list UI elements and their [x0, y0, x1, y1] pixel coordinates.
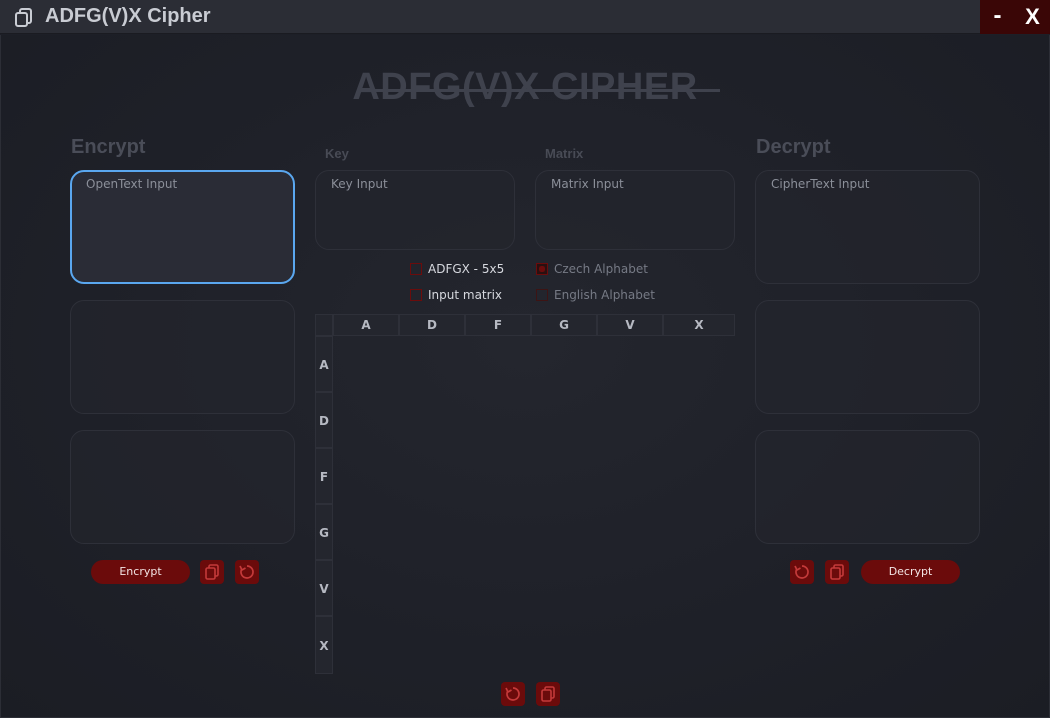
input-matrix-checkbox[interactable]: [410, 289, 422, 301]
matrix-copy-button[interactable]: [536, 682, 560, 706]
grid-column-header: V: [597, 314, 663, 336]
encrypt-reset-button[interactable]: [235, 560, 259, 584]
encrypt-copy-button[interactable]: [200, 560, 224, 584]
decrypt-output-2[interactable]: [755, 430, 980, 544]
minimize-button[interactable]: -: [980, 0, 1015, 34]
adfgx-label: ADFGX - 5x5: [428, 262, 505, 276]
refresh-icon: [505, 687, 520, 701]
english-alphabet-option[interactable]: English Alphabet: [536, 288, 655, 302]
czech-alphabet-option[interactable]: Czech Alphabet: [536, 262, 648, 276]
encrypt-title: Encrypt: [71, 136, 146, 158]
english-alphabet-label: English Alphabet: [554, 288, 655, 302]
english-alphabet-checkbox[interactable]: [536, 289, 548, 301]
opentext-placeholder: OpenText Input: [86, 177, 178, 191]
key-label: Key: [325, 146, 349, 161]
grid-column-header: F: [465, 314, 531, 336]
decrypt-title: Decrypt: [756, 136, 831, 158]
ciphertext-placeholder: CipherText Input: [771, 177, 870, 191]
copy-icon: [830, 564, 844, 580]
title-bar: ADFG(V)X Cipher - X: [0, 0, 1050, 34]
matrix-label: Matrix: [545, 146, 584, 161]
decrypt-reset-button[interactable]: [790, 560, 814, 584]
banner-title: ADFG(V)X CIPHER: [352, 66, 698, 108]
grid-row-header: A: [315, 336, 333, 392]
encrypt-button[interactable]: Encrypt: [91, 560, 190, 584]
adfgx-option[interactable]: ADFGX - 5x5: [410, 262, 504, 276]
matrix-input[interactable]: Matrix Input: [535, 170, 735, 250]
refresh-icon: [794, 565, 809, 579]
czech-alphabet-checkbox[interactable]: [536, 263, 548, 275]
opentext-input[interactable]: OpenText Input: [70, 170, 295, 284]
matrix-placeholder: Matrix Input: [551, 177, 624, 191]
refresh-icon: [239, 565, 254, 579]
ciphertext-input[interactable]: CipherText Input: [755, 170, 980, 284]
key-placeholder: Key Input: [331, 177, 388, 191]
matrix-reset-button[interactable]: [501, 682, 525, 706]
encrypt-output-2[interactable]: [70, 430, 295, 544]
encrypt-output-1[interactable]: [70, 300, 295, 414]
adfgx-checkbox[interactable]: [410, 263, 422, 275]
close-button[interactable]: X: [1015, 0, 1050, 34]
grid-column-header: G: [531, 314, 597, 336]
decrypt-button[interactable]: Decrypt: [861, 560, 960, 584]
input-matrix-label: Input matrix: [428, 288, 503, 302]
matrix-grid: A D F G V X A D F G V X: [315, 314, 735, 674]
input-matrix-option[interactable]: Input matrix: [410, 288, 502, 302]
banner-strike: [360, 89, 720, 92]
czech-alphabet-label: Czech Alphabet: [554, 262, 648, 276]
grid-row-header: F: [315, 448, 333, 504]
grid-row-header: D: [315, 392, 333, 448]
grid-column-header: D: [399, 314, 465, 336]
decrypt-copy-button[interactable]: [825, 560, 849, 584]
grid-corner: [315, 314, 333, 336]
grid-row-header: V: [315, 560, 333, 616]
decrypt-output-1[interactable]: [755, 300, 980, 414]
window-title: ADFG(V)X Cipher: [45, 5, 211, 27]
grid-row-header: G: [315, 504, 333, 560]
copy-icon: [541, 686, 555, 702]
copy-icon: [205, 564, 219, 580]
grid-row-header: X: [315, 616, 333, 674]
grid-column-header: A: [333, 314, 399, 336]
copy-icon: [15, 8, 32, 27]
grid-column-header: X: [663, 314, 735, 336]
key-input[interactable]: Key Input: [315, 170, 515, 250]
